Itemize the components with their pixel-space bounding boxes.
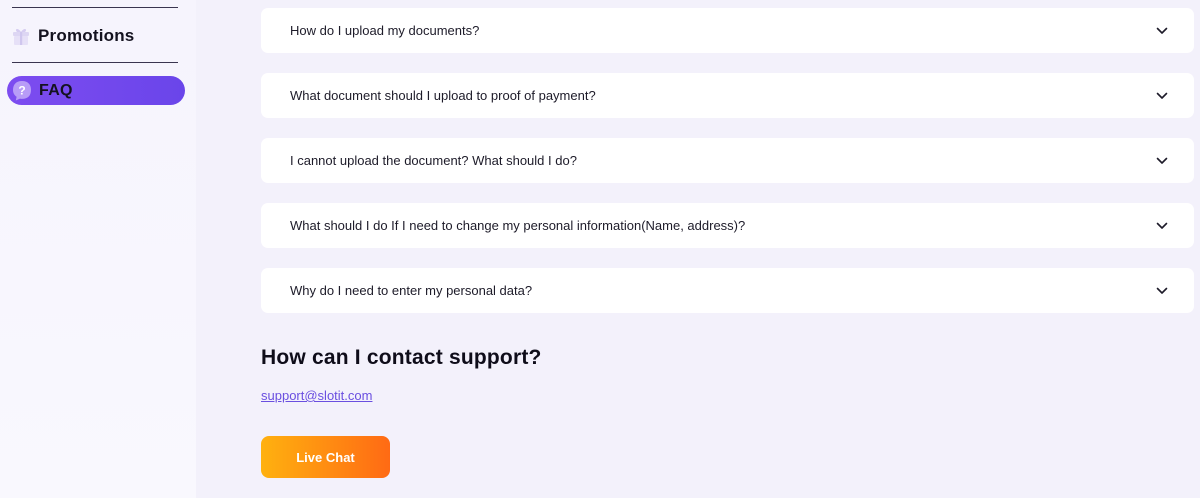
faq-item[interactable]: How do I upload my documents? [261, 8, 1194, 53]
support-heading: How can I contact support? [261, 346, 542, 369]
sidebar-item-faq[interactable]: ? FAQ [7, 76, 185, 105]
faq-item[interactable]: I cannot upload the document? What shoul… [261, 138, 1194, 183]
faq-item[interactable]: What should I do If I need to change my … [261, 203, 1194, 248]
faq-question: Why do I need to enter my personal data? [290, 283, 533, 298]
svg-text:?: ? [18, 83, 25, 97]
gift-icon [12, 26, 30, 46]
chevron-down-icon [1156, 92, 1168, 100]
question-icon: ? [11, 80, 33, 102]
chevron-down-icon [1156, 27, 1168, 35]
faq-question: How do I upload my documents? [290, 23, 480, 38]
sidebar-item-label: FAQ [39, 81, 73, 99]
support-email-link[interactable]: support@slotit.com [261, 388, 372, 403]
sidebar-divider [12, 62, 178, 63]
sidebar-item-promotions[interactable]: Promotions [12, 24, 134, 48]
faq-item[interactable]: What document should I upload to proof o… [261, 73, 1194, 118]
sidebar-divider [12, 7, 178, 8]
faq-question: What should I do If I need to change my … [290, 218, 746, 233]
chevron-down-icon [1156, 287, 1168, 295]
sidebar: Promotions ? FAQ [0, 0, 196, 498]
sidebar-item-label: Promotions [38, 26, 135, 45]
faq-question: What document should I upload to proof o… [290, 88, 596, 103]
chevron-down-icon [1156, 157, 1168, 165]
live-chat-button[interactable]: Live Chat [261, 436, 390, 478]
faq-question: I cannot upload the document? What shoul… [290, 153, 577, 168]
live-chat-label: Live Chat [296, 449, 355, 465]
faq-item[interactable]: Why do I need to enter my personal data? [261, 268, 1194, 313]
chevron-down-icon [1156, 222, 1168, 230]
